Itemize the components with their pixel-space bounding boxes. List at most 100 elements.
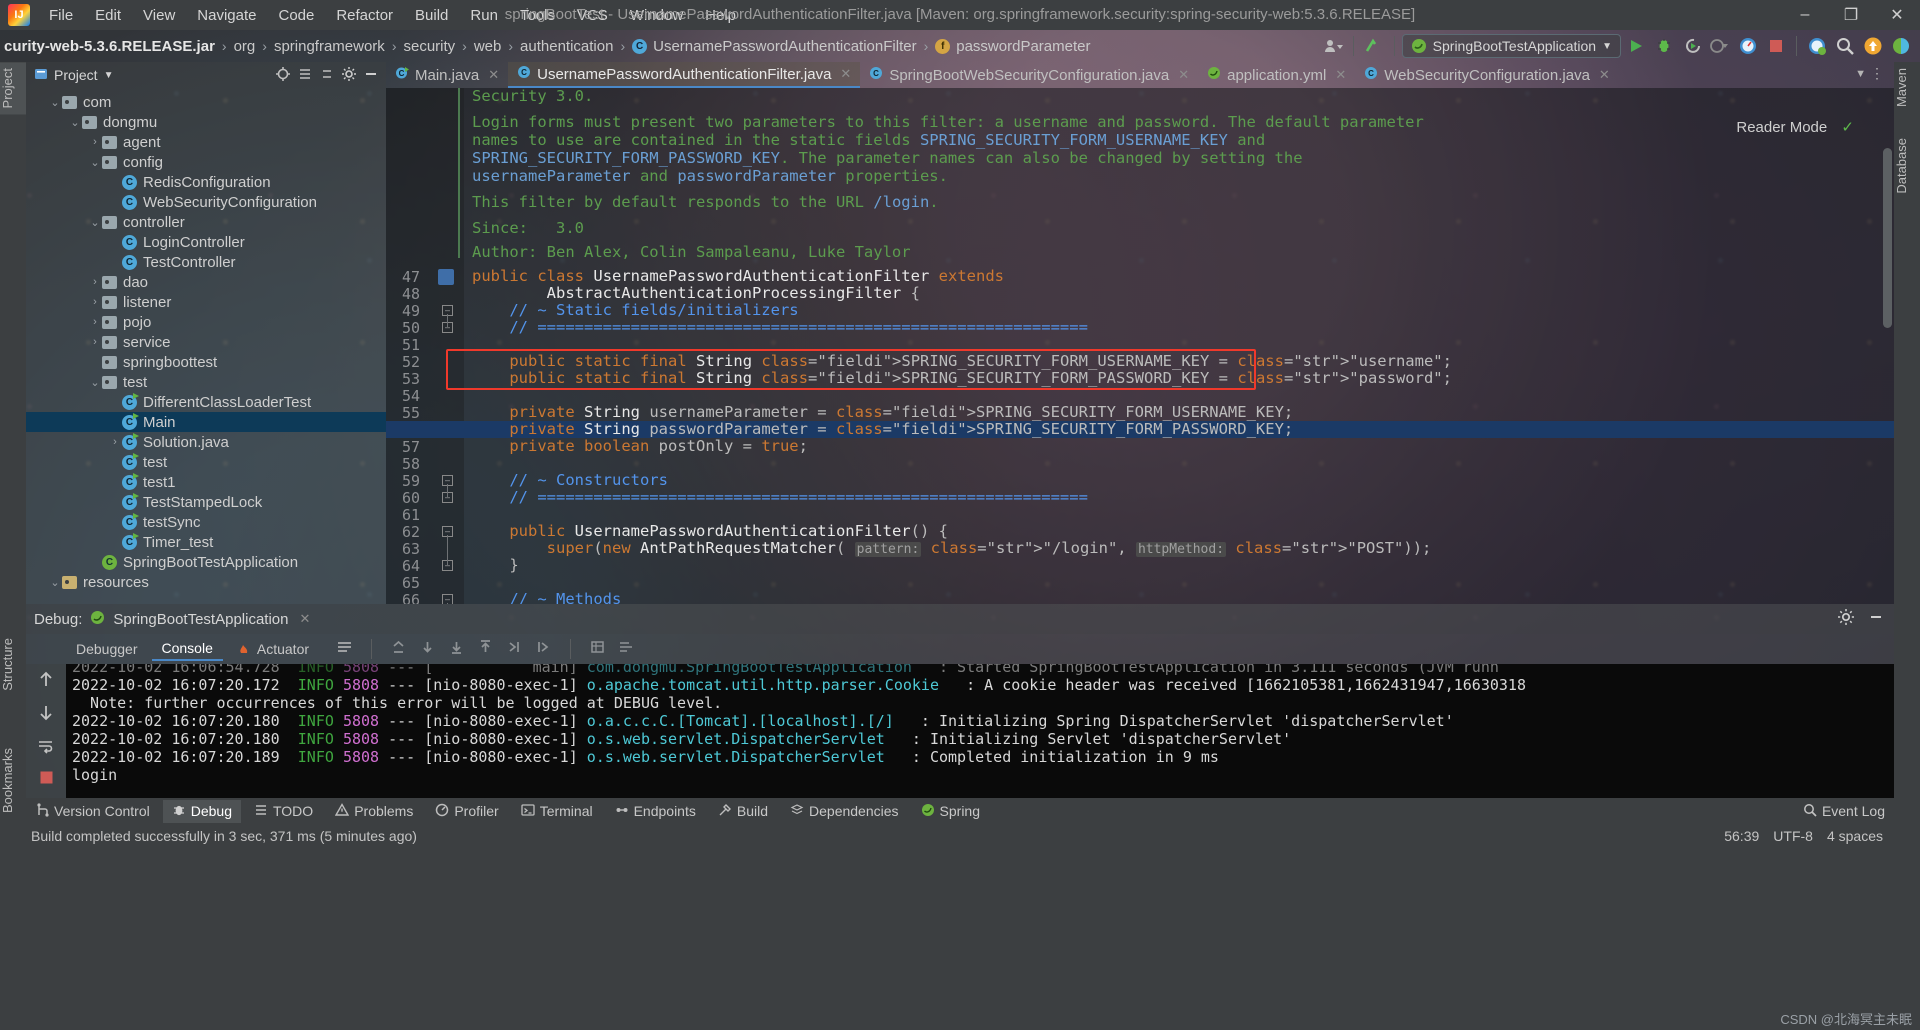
toolwindow-button-dependencies[interactable]: Dependencies (781, 800, 908, 823)
console-output[interactable]: 2022-10-02 16:06:54.728 INFO 5808 --- [ … (66, 664, 1894, 798)
tab-debugger[interactable]: Debugger (66, 638, 148, 660)
close-tab-icon[interactable]: ✕ (840, 66, 851, 82)
close-tab-icon[interactable]: ✕ (1599, 67, 1610, 83)
chevron-right-icon[interactable]: › (88, 316, 102, 328)
hide-debug-panel-icon[interactable] (1868, 609, 1884, 629)
toolwindow-button-debug[interactable]: Debug (162, 799, 241, 823)
class-marker-icon[interactable] (438, 269, 454, 285)
editor-tab-bar[interactable]: C Main.java ✕ C UsernamePasswordAuthenticati… (386, 62, 1894, 88)
tree-node-test[interactable]: ⌄ test (26, 372, 386, 392)
sidebar-item-project[interactable]: Project (0, 62, 26, 115)
print-icon[interactable] (590, 640, 605, 658)
maximize-button[interactable]: ❐ (1828, 0, 1874, 30)
menu-build[interactable]: Build (404, 3, 459, 28)
soft-wrap-side-icon[interactable] (38, 738, 54, 758)
tree-node-websecurityconfiguration[interactable]: C WebSecurityConfiguration (26, 192, 386, 212)
chevron-down-icon[interactable]: ⌄ (88, 156, 102, 169)
stop-side-icon[interactable] (39, 770, 54, 789)
step-out-icon[interactable] (507, 640, 522, 658)
update-project-icon[interactable] (1860, 33, 1886, 59)
breadcrumb-org[interactable]: org (234, 38, 256, 55)
breadcrumb-jar[interactable]: curity-web-5.3.6.RELEASE.jar (4, 38, 215, 55)
tree-node-config[interactable]: ⌄ config (26, 152, 386, 172)
profiler-icon[interactable] (1735, 33, 1761, 59)
chevron-down-icon[interactable]: ⌄ (48, 576, 62, 589)
menu-help[interactable]: Help (694, 3, 747, 28)
close-tab-icon[interactable]: ✕ (1178, 67, 1189, 83)
debug-icon[interactable] (1651, 33, 1677, 59)
tree-node-differentclassloadertest[interactable]: C DifferentClassLoaderTest (26, 392, 386, 412)
tree-node-agent[interactable]: › agent (26, 132, 386, 152)
toolwindow-button-profiler[interactable]: Profiler (426, 800, 507, 823)
editor-tab-usernamepasswordauthenticationfilter-java[interactable]: C UsernamePasswordAuthenticationFilter.ja… (508, 62, 861, 88)
tree-node-logincontroller[interactable]: C LoginController (26, 232, 386, 252)
sidebar-item-maven[interactable]: Maven (1894, 62, 1920, 113)
breadcrumb-field[interactable]: f passwordParameter (935, 38, 1090, 55)
rerun-icon[interactable] (1679, 33, 1705, 59)
editor-tab-main-java[interactable]: C Main.java ✕ (386, 62, 508, 88)
collapse-all-icon[interactable] (320, 67, 334, 84)
chevron-right-icon[interactable]: › (88, 296, 102, 308)
close-button[interactable]: ✕ (1874, 0, 1920, 30)
event-log-button[interactable]: Event Log (1794, 800, 1894, 823)
menu-run[interactable]: Run (459, 3, 509, 28)
menu-refactor[interactable]: Refactor (325, 3, 404, 28)
profiler2-icon[interactable] (1804, 33, 1830, 59)
tool-window-bar[interactable]: Version Control Debug TODO Problems Profiler… (26, 798, 1894, 824)
settings-sync-icon[interactable] (1888, 33, 1914, 59)
expand-all-icon[interactable] (298, 67, 312, 84)
sidebar-item-database[interactable]: Database (1894, 132, 1920, 200)
tree-node-service[interactable]: › service (26, 332, 386, 352)
line-separator[interactable]: UTF-8 (1773, 828, 1813, 844)
code-editor[interactable]: 4748495051525354555657585960616263646566… (386, 88, 1894, 604)
tree-node-testsync[interactable]: CtestSync (26, 512, 386, 532)
tree-node-pojo[interactable]: › pojo (26, 312, 386, 332)
editor-tab-springbootwebsecurityconfiguration-java[interactable]: C SpringBootWebSecurityConfiguration.java… (860, 62, 1198, 88)
menu-file[interactable]: File (38, 3, 84, 28)
chevron-down-icon[interactable]: ⌄ (68, 116, 82, 129)
tab-console[interactable]: Console (151, 637, 223, 661)
chevron-right-icon[interactable]: › (88, 136, 102, 148)
project-tree[interactable]: ⌄ com ⌄ dongmu › agent ⌄ config C RedisConfigurat… (26, 88, 386, 592)
code-content[interactable]: Security 3.0. Login forms must present tw… (386, 88, 1894, 604)
scroll-to-top-icon[interactable] (478, 640, 493, 658)
caret-position[interactable]: 56:39 (1724, 828, 1759, 844)
tree-node-listener[interactable]: › listener (26, 292, 386, 312)
editor-scrollbar[interactable] (1883, 148, 1892, 328)
chevron-down-icon[interactable]: ▼ (104, 70, 114, 81)
indent-setting[interactable]: 4 spaces (1827, 828, 1883, 844)
toolwindow-button-todo[interactable]: TODO (245, 800, 322, 823)
tree-node-springboottestapplication[interactable]: C SpringBootTestApplication (26, 552, 386, 572)
close-session-icon[interactable]: ✕ (299, 611, 310, 627)
coverage-icon[interactable] (1707, 33, 1733, 59)
tab-actuator[interactable]: Actuator (227, 638, 319, 661)
tree-node-springboottest[interactable]: springboottest (26, 352, 386, 372)
chevron-down-icon[interactable]: ⌄ (48, 96, 62, 109)
toolwindow-button-version-control[interactable]: Version Control (26, 800, 159, 823)
prev-occurrence-icon[interactable] (38, 670, 54, 692)
breadcrumb-security[interactable]: security (403, 38, 455, 55)
menu-window[interactable]: Window (619, 3, 694, 28)
tree-node-resources[interactable]: ⌄ resources (26, 572, 386, 592)
tree-node-test1[interactable]: Ctest1 (26, 472, 386, 492)
debug-session-name[interactable]: SpringBootTestApplication (113, 611, 288, 628)
editor-tab-application-yml[interactable]: application.yml ✕ (1198, 62, 1355, 88)
next-occurrence-icon[interactable] (38, 704, 54, 726)
tree-node-testcontroller[interactable]: C TestController (26, 252, 386, 272)
chevron-right-icon[interactable]: › (88, 276, 102, 288)
chevron-right-icon[interactable]: › (88, 336, 102, 348)
debug-settings-icon[interactable] (1838, 609, 1854, 629)
chevron-down-icon[interactable]: ⌄ (88, 376, 102, 389)
scroll-down-icon[interactable] (420, 640, 435, 658)
chevron-right-icon[interactable]: › (108, 436, 122, 448)
menu-tools[interactable]: Tools (509, 3, 566, 28)
soft-wrap-icon[interactable] (337, 640, 352, 658)
hide-panel-icon[interactable] (364, 67, 378, 84)
scroll-to-end-icon[interactable] (449, 640, 464, 658)
tree-node-dao[interactable]: › dao (26, 272, 386, 292)
tree-node-main[interactable]: C Main (26, 412, 386, 432)
tree-node-test[interactable]: Ctest (26, 452, 386, 472)
toolwindow-button-problems[interactable]: Problems (326, 800, 422, 823)
menu-edit[interactable]: Edit (84, 3, 132, 28)
editor-options-icon[interactable]: ⋮ (1870, 65, 1884, 82)
